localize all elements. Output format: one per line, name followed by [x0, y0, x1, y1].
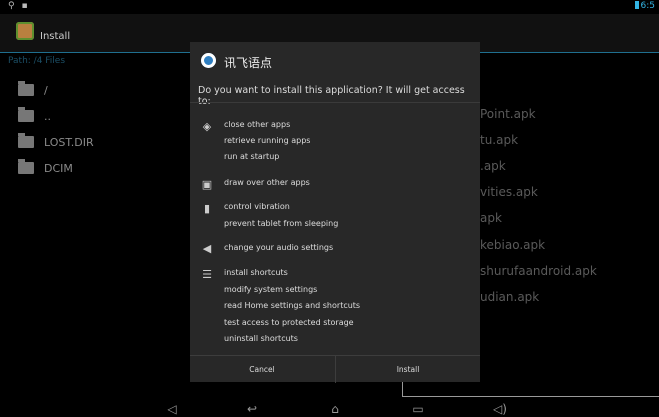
- battery-icon: [634, 1, 639, 9]
- install-button[interactable]: Install: [335, 356, 480, 383]
- window-icon: ▣: [201, 178, 213, 191]
- volume-down-icon[interactable]: ◁: [160, 402, 184, 416]
- dialog-header: 讯飞语点: [190, 42, 480, 78]
- speaker-icon: ◀: [202, 242, 212, 255]
- status-bar: ⚲ ▪ 6:5: [0, 0, 659, 14]
- home-icon[interactable]: ⌂: [323, 402, 347, 416]
- permission-item: close other apps: [224, 120, 291, 129]
- folder-up-icon: [18, 107, 34, 122]
- permission-item: modify system settings: [224, 285, 318, 294]
- folder-icon: [18, 159, 34, 174]
- install-question: Do you want to install this application?…: [198, 85, 465, 107]
- apk-list-item[interactable]: Point.apk: [480, 107, 536, 121]
- sliders-icon: ☰: [202, 268, 212, 281]
- permission-item: run at startup: [224, 152, 280, 161]
- cancel-button[interactable]: Cancel: [190, 356, 334, 383]
- volume-up-icon[interactable]: ◁): [488, 402, 512, 416]
- app-logo-icon: [201, 53, 216, 68]
- apk-list-item[interactable]: apk: [480, 211, 502, 225]
- clock-text: 6:5: [640, 1, 655, 11]
- folder-up-icon: [18, 81, 34, 96]
- path-label: Path: /4 Files: [8, 56, 66, 66]
- permission-item: read Home settings and shortcuts: [224, 301, 361, 310]
- apk-list-item[interactable]: tu.apk: [480, 133, 518, 147]
- clock: 6:5: [634, 1, 655, 11]
- back-icon[interactable]: ↩: [240, 402, 264, 416]
- apk-list-item[interactable]: .apk: [480, 159, 506, 173]
- action-bar-title: Install: [40, 31, 71, 42]
- file-name: ..: [44, 110, 51, 123]
- permission-item: change your audio settings: [224, 243, 334, 252]
- divider: [402, 382, 403, 396]
- notification-icons: ⚲ ▪: [8, 1, 30, 11]
- network-icon: ◈: [202, 120, 212, 133]
- file-name: /: [44, 84, 48, 97]
- permission-item: prevent tablet from sleeping: [224, 219, 339, 228]
- install-dialog: 讯飞语点 Do you want to install this applica…: [190, 42, 480, 383]
- lock-icon: ▮: [203, 202, 211, 215]
- folder-icon: [18, 133, 34, 148]
- recents-icon[interactable]: ▭: [406, 402, 430, 416]
- apk-list-item[interactable]: vities.apk: [480, 185, 538, 199]
- dialog-button-bar: Cancel Install: [190, 355, 480, 383]
- permission-item: retrieve running apps: [224, 136, 311, 145]
- permission-item: test access to protected storage: [224, 318, 354, 327]
- file-name: DCIM: [44, 162, 73, 175]
- permission-item: draw over other apps: [224, 178, 310, 187]
- divider: [190, 102, 480, 103]
- apk-list-item[interactable]: shurufaandroid.apk: [480, 264, 597, 278]
- permission-item: control vibration: [224, 202, 290, 211]
- file-name: LOST.DIR: [44, 136, 94, 149]
- permission-item: uninstall shortcuts: [224, 334, 298, 343]
- apk-list-item[interactable]: kebiao.apk: [480, 238, 545, 252]
- apk-list-item[interactable]: udian.apk: [480, 290, 539, 304]
- navigation-bar: ◁ ↩ ⌂ ▭ ◁): [0, 400, 659, 417]
- divider: [402, 396, 659, 397]
- installer-app-icon: [16, 22, 34, 40]
- dialog-title: 讯飞语点: [224, 56, 273, 70]
- permission-item: install shortcuts: [224, 268, 288, 277]
